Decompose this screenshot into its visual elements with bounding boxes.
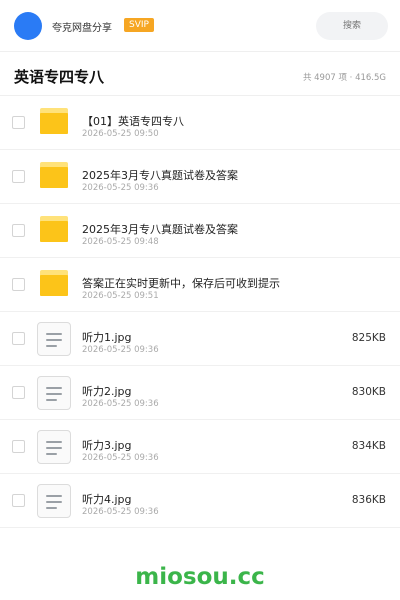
folder-icon — [40, 162, 68, 188]
item-name: 听力1.jpg — [82, 331, 132, 344]
list-item[interactable]: 听力4.jpg 2026-05-25 09:36 836KB — [0, 474, 400, 528]
select-checkbox[interactable] — [12, 116, 25, 129]
watermark: miosou.cc — [135, 564, 265, 590]
item-name: 听力3.jpg — [82, 439, 132, 452]
list-item[interactable]: 答案正在实时更新中，保存后可收到提示 2026-05-25 09:51 — [0, 258, 400, 312]
folder-icon — [40, 216, 68, 242]
select-checkbox[interactable] — [12, 332, 25, 345]
item-date: 2026-05-25 09:36 — [82, 183, 159, 193]
list-item[interactable]: 【01】英语专四专八 2026-05-25 09:50 — [0, 96, 400, 150]
select-checkbox[interactable] — [12, 494, 25, 507]
folder-summary: 共 4907 项 · 416.5G — [302, 73, 386, 83]
item-name: 2025年3月专八真题试卷及答案 — [82, 223, 238, 236]
item-date: 2026-05-25 09:36 — [82, 399, 159, 409]
item-name: 听力4.jpg — [82, 493, 132, 506]
item-name: 【01】英语专四专八 — [82, 115, 184, 128]
document-icon — [37, 430, 71, 464]
item-name: 2025年3月专八真题试卷及答案 — [82, 169, 238, 182]
item-name: 听力2.jpg — [82, 385, 132, 398]
header-bar: 夸克网盘分享 SVIP — [0, 0, 400, 52]
avatar[interactable] — [14, 12, 42, 40]
page-title: 英语专四专八 — [14, 68, 105, 86]
list-item[interactable]: 2025年3月专八真题试卷及答案 2026-05-25 09:36 — [0, 150, 400, 204]
select-checkbox[interactable] — [12, 440, 25, 453]
folder-icon — [40, 270, 68, 296]
item-date: 2026-05-25 09:36 — [82, 507, 159, 517]
item-size: 830KB — [351, 386, 386, 398]
select-checkbox[interactable] — [12, 278, 25, 291]
document-icon — [37, 376, 71, 410]
item-date: 2026-05-25 09:51 — [82, 291, 159, 301]
select-checkbox[interactable] — [12, 224, 25, 237]
item-date: 2026-05-25 09:50 — [82, 129, 159, 139]
item-date: 2026-05-25 09:36 — [82, 345, 159, 355]
list-item[interactable]: 听力3.jpg 2026-05-25 09:36 834KB — [0, 420, 400, 474]
item-size: 825KB — [351, 332, 386, 344]
list-item[interactable]: 听力1.jpg 2026-05-25 09:36 825KB — [0, 312, 400, 366]
list-item[interactable]: 2025年3月专八真题试卷及答案 2026-05-25 09:48 — [0, 204, 400, 258]
file-list: 【01】英语专四专八 2026-05-25 09:50 2025年3月专八真题试… — [0, 96, 400, 528]
select-checkbox[interactable] — [12, 170, 25, 183]
document-icon — [37, 322, 71, 356]
document-icon — [37, 484, 71, 518]
list-item[interactable]: 听力2.jpg 2026-05-25 09:36 830KB — [0, 366, 400, 420]
select-checkbox[interactable] — [12, 386, 25, 399]
item-name: 答案正在实时更新中，保存后可收到提示 — [82, 277, 280, 290]
item-size: 836KB — [351, 494, 386, 506]
item-date: 2026-05-25 09:36 — [82, 453, 159, 463]
search-input[interactable] — [316, 12, 388, 40]
svip-badge: SVIP — [124, 18, 154, 32]
item-size: 834KB — [351, 440, 386, 452]
item-date: 2026-05-25 09:48 — [82, 237, 159, 247]
app-name: 夸克网盘分享 — [52, 23, 112, 34]
folder-title-bar: 英语专四专八 共 4907 项 · 416.5G — [0, 52, 400, 96]
folder-icon — [40, 108, 68, 134]
